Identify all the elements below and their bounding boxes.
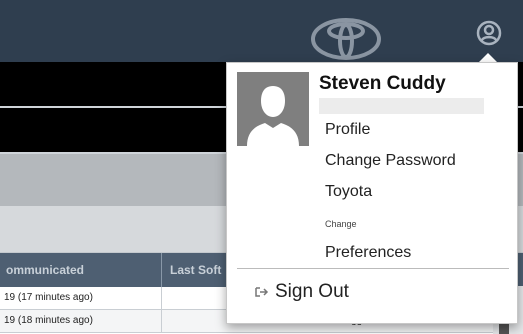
- sign-out-label: Sign Out: [275, 281, 349, 302]
- sign-out-icon: [255, 287, 269, 297]
- user-name: Steven Cuddy: [319, 73, 446, 94]
- user-dropdown-menu: Steven Cuddy Profile Change Password Toy…: [226, 62, 518, 324]
- user-email-redacted: [319, 98, 484, 114]
- cell-divider: [161, 310, 162, 332]
- menu-divider: [237, 268, 509, 269]
- menu-item-change-password[interactable]: Change Password: [325, 152, 456, 170]
- menu-item-toyota[interactable]: Toyota: [325, 183, 372, 201]
- cell-communicated: 19 (17 minutes ago): [4, 292, 93, 303]
- toyota-logo[interactable]: [310, 17, 382, 61]
- column-divider: [161, 253, 162, 287]
- avatar: [237, 72, 309, 146]
- menu-item-profile[interactable]: Profile: [325, 121, 370, 139]
- sign-out-button[interactable]: Sign Out: [255, 281, 349, 303]
- change-caption: Change: [325, 219, 357, 229]
- menu-item-preferences[interactable]: Preferences: [325, 244, 411, 262]
- cell-communicated: 19 (18 minutes ago): [4, 315, 93, 326]
- column-header-communicated[interactable]: ommunicated: [6, 253, 156, 287]
- user-circle-icon[interactable]: [476, 20, 502, 46]
- cell-divider: [161, 287, 162, 309]
- top-nav-bar: [0, 0, 523, 62]
- user-silhouette-icon: [247, 86, 299, 146]
- column-header-last-software[interactable]: Last Soft: [170, 253, 230, 287]
